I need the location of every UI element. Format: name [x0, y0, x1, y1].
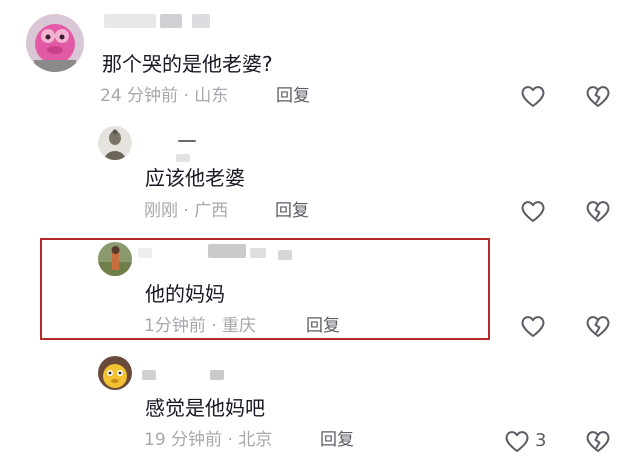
reply-comment-item: 他的妈妈 1分钟前 · 重庆 回复 — [0, 238, 640, 350]
comment-location: 广西 — [194, 201, 229, 221]
reply-comment-item: 感觉是他妈吧 19 分钟前 · 北京 回复 3 — [0, 350, 640, 470]
meta-separator: · — [178, 86, 195, 106]
like-heart-icon[interactable] — [503, 427, 531, 455]
username-redacted — [176, 154, 190, 162]
like-heart-icon[interactable] — [519, 82, 547, 110]
username-redacted — [210, 370, 224, 380]
comment-text: 感觉是他妈吧 — [145, 396, 265, 420]
comment-meta: 刚刚 · 广西 — [144, 201, 228, 221]
dislike-broken-heart-icon[interactable] — [584, 312, 612, 340]
comment-meta: 24 分钟前 · 山东 — [100, 86, 228, 106]
comment-time: 24 分钟前 — [100, 86, 179, 106]
avatar[interactable] — [98, 356, 132, 390]
meta-separator: · — [178, 201, 195, 221]
comment-meta: 1分钟前 · 重庆 — [144, 316, 256, 336]
dislike-broken-heart-icon[interactable] — [584, 197, 612, 225]
username-redacted — [250, 248, 266, 258]
avatar[interactable] — [98, 126, 132, 160]
reply-button[interactable]: 回复 — [275, 201, 309, 221]
avatar[interactable] — [98, 242, 132, 276]
username-redacted — [138, 248, 152, 258]
like-heart-icon[interactable] — [519, 197, 547, 225]
like-heart-icon[interactable] — [519, 312, 547, 340]
meta-separator: · — [205, 316, 223, 336]
comment-meta: 19 分钟前 · 北京 — [144, 430, 272, 450]
meta-separator: · — [222, 430, 239, 450]
dislike-broken-heart-icon[interactable] — [584, 82, 612, 110]
username-redacted — [142, 370, 156, 380]
avatar[interactable] — [26, 14, 84, 72]
comment-location: 重庆 — [222, 316, 257, 336]
username-redacted — [278, 250, 292, 260]
comment-time: 19 分钟前 — [144, 430, 223, 450]
username-redacted — [178, 140, 196, 142]
comment-text: 他的妈妈 — [145, 282, 225, 306]
comment-time: 刚刚 — [144, 201, 178, 221]
like-count: 3 — [535, 430, 547, 451]
comment-text: 应该他老婆 — [145, 166, 245, 190]
comment-location: 北京 — [238, 430, 273, 450]
comment-text: 那个哭的是他老婆? — [102, 52, 273, 76]
reply-button[interactable]: 回复 — [320, 430, 354, 450]
reply-button[interactable]: 回复 — [276, 86, 310, 106]
comment-location: 山东 — [194, 86, 229, 106]
username-redacted — [192, 14, 210, 28]
reply-comment-item: 应该他老婆 刚刚 · 广西 回复 — [0, 118, 640, 238]
comment-time: 1分钟前 — [144, 316, 206, 336]
username-redacted — [104, 14, 156, 28]
username-redacted — [160, 14, 182, 28]
reply-button[interactable]: 回复 — [306, 316, 340, 336]
dislike-broken-heart-icon[interactable] — [584, 427, 612, 455]
comment-item: 那个哭的是他老婆? 24 分钟前 · 山东 回复 — [0, 0, 640, 118]
username-redacted — [208, 244, 246, 258]
